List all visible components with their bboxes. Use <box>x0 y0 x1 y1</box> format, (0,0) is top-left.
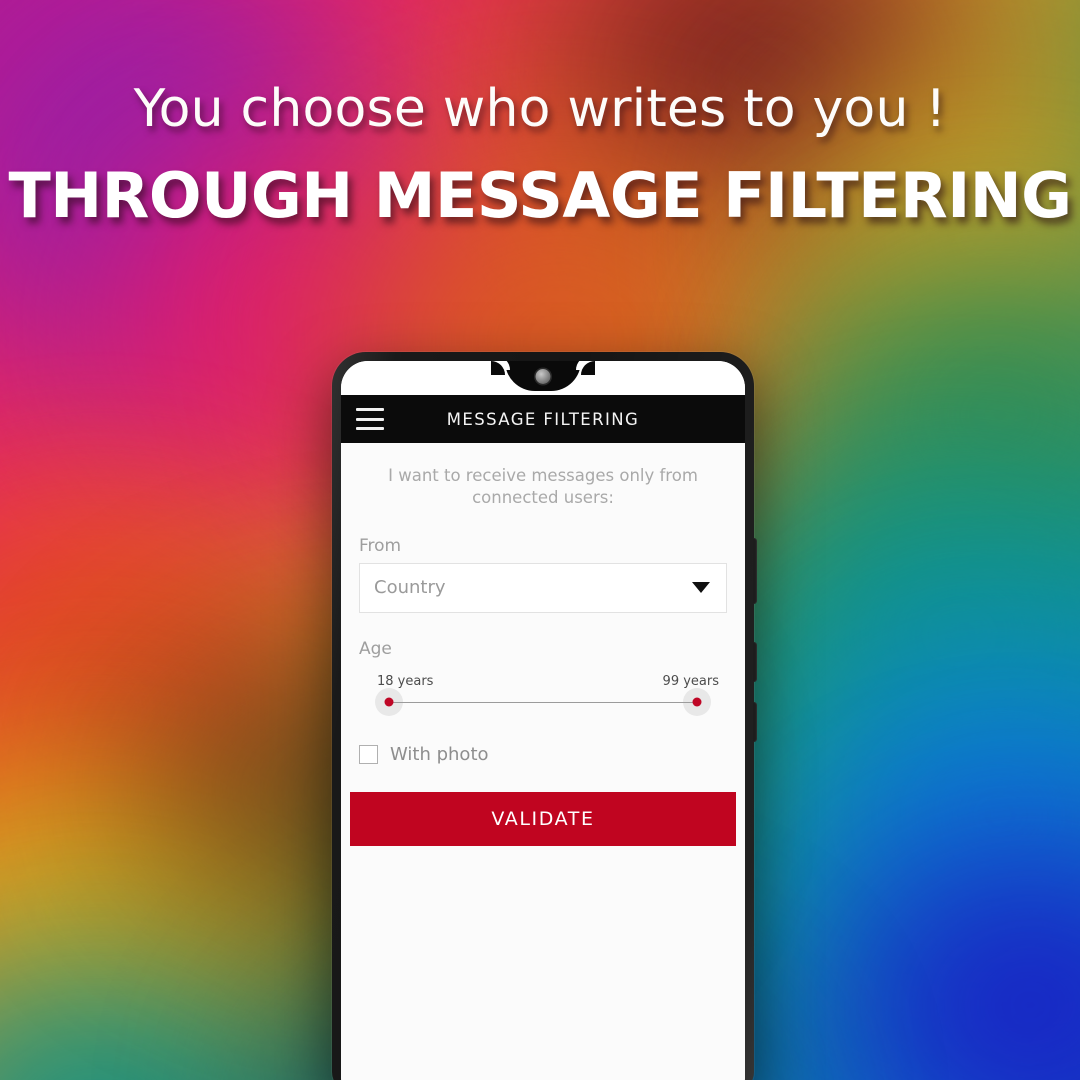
app-content: I want to receive messages only from con… <box>341 443 745 1080</box>
headline-subtitle: You choose who writes to you ! <box>133 79 947 139</box>
phone-mockup: MESSAGE FILTERING I want to receive mess… <box>332 352 757 1080</box>
headline-title: THROUGH MESSAGE FILTERING <box>8 158 1072 232</box>
phone-volume-down-button[interactable] <box>753 702 757 742</box>
hamburger-line-2 <box>356 417 384 421</box>
front-camera-icon <box>535 369 551 384</box>
poster-headline: You choose who writes to you ! THROUGH M… <box>0 0 1080 227</box>
slider-thumb-min[interactable] <box>375 687 403 716</box>
with-photo-label: With photo <box>390 743 489 765</box>
country-select[interactable]: Country <box>359 562 727 613</box>
app-bar-title: MESSAGE FILTERING <box>446 409 640 429</box>
intro-text: I want to receive messages only from con… <box>388 466 698 508</box>
app-bar: MESSAGE FILTERING <box>341 395 745 443</box>
age-label: Age <box>359 638 392 659</box>
hamburger-line-1 <box>356 408 384 411</box>
age-min-value: 18 years <box>377 673 434 689</box>
phone-screen: MESSAGE FILTERING I want to receive mess… <box>341 361 745 1080</box>
validate-button-label: VALIDATE <box>491 807 595 830</box>
phone-power-button[interactable] <box>753 538 757 604</box>
age-max-value: 99 years <box>662 673 719 689</box>
slider-thumb-max[interactable] <box>683 687 711 716</box>
from-label: From <box>359 535 402 556</box>
phone-volume-up-button[interactable] <box>753 642 757 682</box>
hamburger-menu-icon[interactable] <box>356 408 384 430</box>
slider-track[interactable] <box>389 701 697 704</box>
with-photo-checkbox[interactable] <box>359 744 378 764</box>
hamburger-line-3 <box>356 427 384 430</box>
country-select-value: Country <box>374 577 446 599</box>
with-photo-checkbox-row[interactable]: With photo <box>359 744 736 765</box>
age-range-slider[interactable]: 18 years 99 years <box>359 666 727 724</box>
chevron-down-icon <box>692 582 710 594</box>
status-bar-area <box>341 361 745 395</box>
validate-button[interactable]: VALIDATE <box>350 791 736 846</box>
